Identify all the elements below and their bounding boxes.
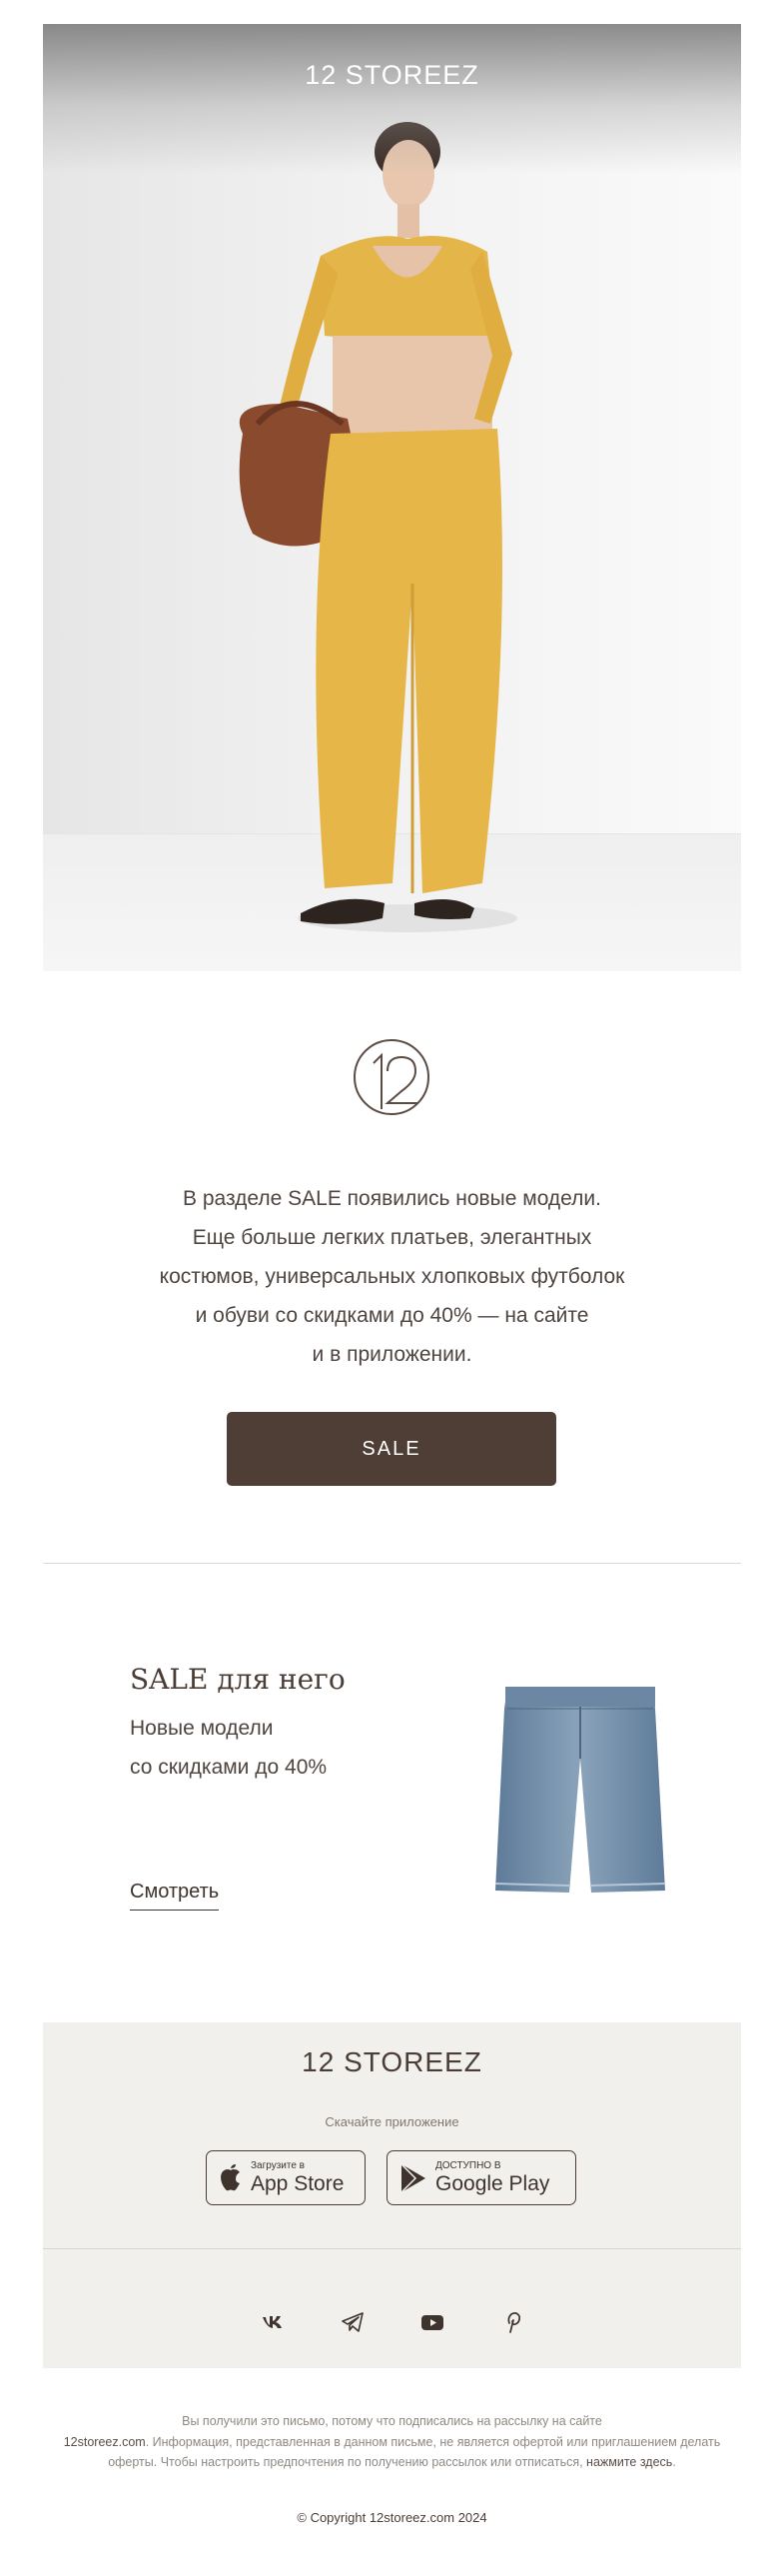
hero-brand-logo[interactable]: 12 STOREEZ: [43, 60, 741, 91]
promo-subtitle-line: Новые модели: [130, 1717, 274, 1740]
intro-line: и в приложении.: [312, 1343, 472, 1366]
intro-text: В разделе SALE появились новые модели. Е…: [43, 1179, 741, 1374]
apple-icon: [221, 2163, 240, 2190]
google-play-button[interactable]: ДОСТУПНО В Google Play: [387, 2150, 576, 2205]
vk-icon[interactable]: [261, 2310, 285, 2334]
hero-top-gradient: [43, 24, 741, 174]
google-play-label: Google Play: [435, 2171, 550, 2195]
app-footer: 12 STOREEZ Скачайте приложение Загрузите…: [43, 2022, 741, 2368]
google-play-small-label: ДОСТУПНО В: [435, 2159, 501, 2171]
app-store-button[interactable]: Загрузите в App Store: [206, 2150, 366, 2205]
view-link[interactable]: Смотреть: [130, 1881, 220, 1911]
denim-shorts-image[interactable]: [487, 1679, 672, 1899]
promo-subtitle: Новые модели со скидками до 40%: [130, 1709, 390, 1787]
divider: [43, 1563, 741, 1564]
hero-image[interactable]: 12 STOREEZ: [43, 24, 741, 971]
copyright: © Copyright 12storeez.com 2024: [297, 2510, 487, 2525]
youtube-icon[interactable]: [420, 2310, 444, 2334]
footer-brand-logo[interactable]: 12 STOREEZ: [43, 2046, 741, 2078]
app-store-label: App Store: [251, 2171, 345, 2195]
site-link[interactable]: 12storeez.com: [64, 2435, 146, 2449]
brand-logo-icon: [354, 1039, 429, 1115]
footer-divider: [43, 2248, 741, 2249]
legal-text: Вы получили это письмо, потому что подпи…: [43, 2411, 741, 2473]
legal-text-part: Вы получили это письмо, потому что подпи…: [182, 2414, 602, 2428]
download-app-text: Скачайте приложение: [325, 2114, 459, 2129]
intro-line: костюмов, универсальных хлопковых футбол…: [159, 1265, 625, 1288]
app-store-small-label: Загрузите в: [251, 2159, 305, 2171]
intro-line: и обуви со скидками до 40% — на сайте: [195, 1304, 589, 1327]
intro-line: Еще больше легких платьев, элегантных: [192, 1226, 592, 1249]
sale-button[interactable]: SALE: [227, 1412, 556, 1486]
telegram-icon[interactable]: [341, 2310, 365, 2334]
unsubscribe-link[interactable]: нажмите здесь: [586, 2455, 672, 2469]
promo-title: SALE для него: [130, 1663, 346, 1696]
legal-text-end: .: [672, 2455, 676, 2469]
google-play-icon: [400, 2162, 425, 2193]
pinterest-icon[interactable]: [500, 2310, 524, 2334]
intro-line: В разделе SALE появились новые модели.: [183, 1187, 601, 1210]
promo-subtitle-line: со скидками до 40%: [130, 1756, 328, 1779]
